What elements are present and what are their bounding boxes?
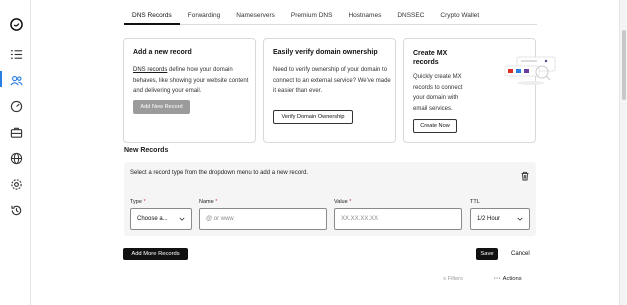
filter-icon: ≡ <box>443 276 447 282</box>
history-icon[interactable] <box>9 203 23 217</box>
add-more-records-button[interactable]: Add More Records <box>123 248 188 260</box>
tab-premium-dns[interactable]: Premium DNS <box>283 8 341 25</box>
add-record-title: Add a new record <box>133 49 192 56</box>
ttl-label: TTL <box>470 199 480 205</box>
more-dots-icon: ··· <box>494 276 502 282</box>
verify-ownership-card: Easily verify domain ownership Need to v… <box>263 38 396 143</box>
mx-title: Create MX records <box>413 50 448 66</box>
record-type-select[interactable]: Choose a... <box>130 208 192 230</box>
active-nav-indicator <box>0 71 2 87</box>
settings-icon[interactable] <box>9 177 23 191</box>
verify-title: Easily verify domain ownership <box>273 49 378 56</box>
mx-records-card: Create MX records Quickly create MX reco… <box>403 38 536 143</box>
main-content: DNS Records Forwarding Nameservers Premi… <box>31 0 619 305</box>
list-icon[interactable] <box>9 47 23 61</box>
record-type-hint: Select a record type from the dropdown m… <box>130 170 309 176</box>
add-new-record-button[interactable]: Add New Record <box>133 100 190 114</box>
page-scrollbar[interactable] <box>619 0 627 305</box>
name-label: Name * <box>199 199 218 205</box>
trash-icon[interactable] <box>520 168 530 181</box>
record-type-value: Choose a... <box>137 216 168 222</box>
chevron-down-icon <box>517 217 523 221</box>
tab-forwarding[interactable]: Forwarding <box>180 8 229 25</box>
email-services-illustration-icon <box>504 56 556 85</box>
add-record-description: DNS records define how your domain behav… <box>133 65 251 97</box>
name-input[interactable]: @ or www <box>199 208 327 230</box>
tab-dnssec[interactable]: DNSSEC <box>389 8 432 25</box>
tab-nameservers[interactable]: Nameservers <box>228 8 283 25</box>
create-now-button[interactable]: Create Now <box>413 119 457 133</box>
verify-body: Need to verify ownership of your domain … <box>273 67 391 94</box>
dns-tabs: DNS Records Forwarding Nameservers Premi… <box>124 8 537 25</box>
scrollbar-thumb[interactable] <box>622 30 626 100</box>
users-icon[interactable] <box>9 73 23 87</box>
tab-crypto-wallet[interactable]: Crypto Wallet <box>432 8 487 25</box>
ttl-select[interactable]: 1/2 Hour <box>470 208 530 230</box>
save-button[interactable]: Save <box>476 248 498 260</box>
value-label: Value * <box>334 199 352 205</box>
tab-dns-records[interactable]: DNS Records <box>124 8 180 25</box>
filters-button[interactable]: ≡ Filters <box>443 276 463 282</box>
briefcase-icon[interactable] <box>9 125 23 139</box>
mx-body: Quickly create MX records to connect you… <box>413 74 463 112</box>
ttl-value: 1/2 Hour <box>477 216 501 222</box>
tab-hostnames[interactable]: Hostnames <box>340 8 389 25</box>
left-nav-rail <box>0 0 31 305</box>
type-label: Type * <box>130 199 146 205</box>
value-input[interactable]: XX.XX.XX.XX <box>334 208 462 230</box>
add-record-card: Add a new record DNS records define how … <box>123 38 256 143</box>
actions-menu-button[interactable]: ··· Actions <box>494 276 522 282</box>
brand-logo-icon[interactable] <box>9 17 23 31</box>
cancel-button[interactable]: Cancel <box>511 251 530 257</box>
new-record-form: Select a record type from the dropdown m… <box>124 162 536 236</box>
new-records-heading: New Records <box>124 147 169 154</box>
verify-domain-ownership-button[interactable]: Verify Domain Ownership <box>273 110 353 124</box>
chevron-down-icon <box>179 217 185 221</box>
globe-icon[interactable] <box>9 151 23 165</box>
dns-records-link[interactable]: DNS records <box>133 67 167 73</box>
gauge-icon[interactable] <box>9 99 23 113</box>
